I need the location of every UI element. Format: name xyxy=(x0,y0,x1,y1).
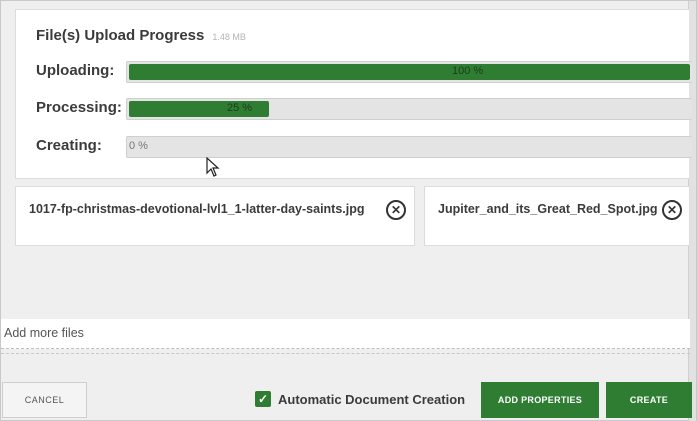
remove-file-icon[interactable]: ✕ xyxy=(662,200,682,220)
add-properties-button[interactable]: ADD PROPERTIES xyxy=(481,382,599,418)
checkbox-checked-icon[interactable]: ✓ xyxy=(255,391,271,407)
file-name: 1017-fp-christmas-devotional-lvl1_1-latt… xyxy=(29,202,365,216)
file-item: Jupiter_and_its_Great_Red_Spot.jpg ✕ xyxy=(424,186,690,246)
add-more-files-label: Add more files xyxy=(4,326,84,340)
processing-progress-bar: 25 % xyxy=(126,98,692,120)
creating-progress-bar: 0 % xyxy=(126,136,692,158)
divider xyxy=(1,353,690,354)
mouse-pointer-icon xyxy=(206,157,220,177)
creating-progress-text: 0 % xyxy=(129,140,148,152)
upload-total-size: 1.48 MB xyxy=(212,32,246,42)
upload-progress-title: File(s) Upload Progress xyxy=(36,27,205,44)
automatic-document-creation-label: Automatic Document Creation xyxy=(278,391,466,407)
upload-progress-header: File(s) Upload Progress 1.48 MB xyxy=(36,27,246,44)
uploading-progress-bar: 100 % xyxy=(126,61,692,83)
remove-file-icon[interactable]: ✕ xyxy=(386,200,406,220)
upload-progress-panel: File(s) Upload Progress 1.48 MB Uploadin… xyxy=(15,9,692,179)
creating-label: Creating: xyxy=(36,137,102,154)
automatic-document-creation-toggle[interactable]: ✓ Automatic Document Creation xyxy=(255,391,465,407)
uploading-progress-fill xyxy=(129,64,690,80)
processing-label: Processing: xyxy=(36,99,122,116)
upload-dialog: File(s) Upload Progress 1.48 MB Uploadin… xyxy=(0,0,697,421)
file-name: Jupiter_and_its_Great_Red_Spot.jpg xyxy=(438,202,658,216)
add-more-files-dropzone[interactable]: Add more files xyxy=(1,319,690,349)
uploading-label: Uploading: xyxy=(36,62,115,79)
create-button[interactable]: CREATE xyxy=(606,382,692,418)
uploading-progress-text: 100 % xyxy=(452,65,484,77)
file-item: 1017-fp-christmas-devotional-lvl1_1-latt… xyxy=(15,186,415,246)
processing-progress-text: 25 % xyxy=(227,102,253,114)
cancel-button[interactable]: CANCEL xyxy=(2,382,87,418)
